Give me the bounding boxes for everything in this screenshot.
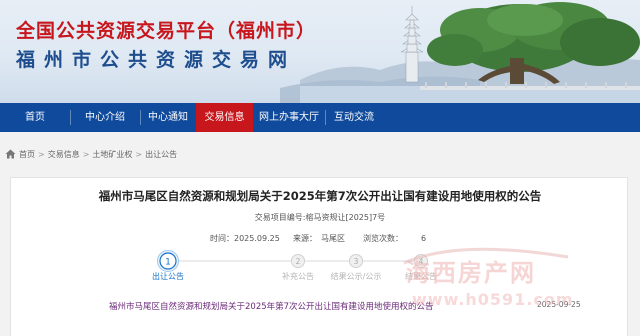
step-4-indicator[interactable]: 4	[414, 254, 428, 268]
breadcrumb-separator: >	[38, 149, 45, 159]
step-4-label[interactable]: 结果公告	[405, 271, 437, 282]
notice-title-link[interactable]: 福州市马尾区自然资源和规划局关于2025年第7次公开出让国有建设用地使用权的公告	[109, 300, 434, 312]
breadcrumb-land-mining[interactable]: 土地矿业权	[92, 149, 132, 160]
main-nav: 首页 中心介绍 中心通知 交易信息 网上办事大厅 互动交流	[0, 103, 640, 132]
breadcrumb-trade-info[interactable]: 交易信息	[48, 149, 80, 160]
nav-item-center-intro[interactable]: 中心介绍	[70, 103, 140, 132]
nav-item-center-notice[interactable]: 中心通知	[140, 103, 196, 132]
step-1-indicator[interactable]: 1	[157, 250, 179, 272]
breadcrumb-separator: >	[135, 149, 143, 159]
nav-item-online-hall[interactable]: 网上办事大厅	[253, 103, 325, 132]
breadcrumb-transfer-notice[interactable]: 出让公告	[145, 149, 177, 160]
progress-steps: 1 2 3 4	[157, 250, 428, 272]
step-3-label[interactable]: 结果公示/公示	[331, 271, 382, 282]
nav-item-home[interactable]: 首页	[0, 103, 70, 132]
breadcrumb: 首页 > 交易信息 > 土地矿业权 > 出让公告	[5, 147, 177, 161]
step-1-label[interactable]: 出让公告	[152, 271, 184, 282]
site-subtitle: 福州市公共资源交易网	[16, 49, 297, 71]
nav-item-trade-info[interactable]: 交易信息	[196, 103, 253, 132]
step-4-number: 4	[419, 257, 424, 266]
step-2-label[interactable]: 补充公告	[282, 271, 314, 282]
step-2-number: 2	[296, 257, 301, 266]
step-2-indicator[interactable]: 2	[291, 254, 305, 268]
notice-date: 2025-09-25	[537, 300, 581, 309]
header-banner: 全国公共资源交易平台（福州市） 福州市公共资源交易网	[0, 0, 640, 103]
step-3-indicator[interactable]: 3	[349, 254, 363, 268]
home-icon	[5, 149, 16, 159]
step-3-number: 3	[354, 257, 359, 266]
breadcrumb-home[interactable]: 首页	[19, 149, 35, 160]
notice-list-item: 福州市马尾区自然资源和规划局关于2025年第7次公开出让国有建设用地使用权的公告…	[11, 296, 629, 316]
site-title: 全国公共资源交易平台（福州市）	[16, 20, 317, 42]
nav-item-interaction[interactable]: 互动交流	[325, 103, 383, 132]
breadcrumb-separator: >	[82, 149, 90, 159]
step-1-number: 1	[165, 258, 171, 268]
article-card: 福州市马尾区自然资源和规划局关于2025年第7次公开出让国有建设用地使用权的公告…	[10, 177, 628, 336]
